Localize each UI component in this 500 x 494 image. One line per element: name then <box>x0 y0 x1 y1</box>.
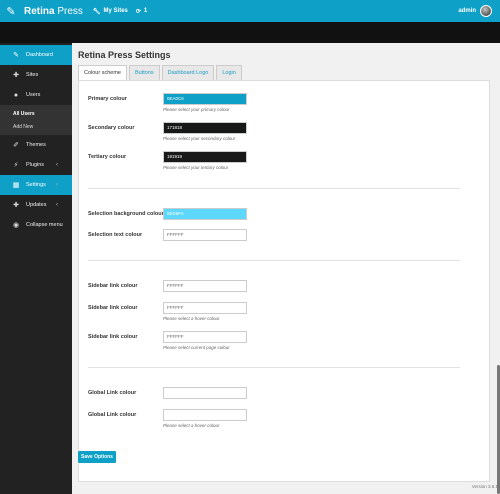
tertiary-colour-label: Tertiary colour <box>88 154 127 160</box>
settings-tabs: Colour scheme Buttons Dashboard Logo Log… <box>78 65 242 81</box>
sidebar-link-hover-input[interactable]: FFFFFF <box>163 302 247 314</box>
sidebar-item-dashboard[interactable]: ✎ Dashboard <box>0 45 72 65</box>
primary-colour-input[interactable]: 0EA0C6 <box>163 93 247 105</box>
sidebar-item-label: Users <box>26 92 41 98</box>
sidebar-item-label: Sites <box>26 72 39 78</box>
secondary-colour-input[interactable]: 171818 <box>163 122 247 134</box>
sidebar: ✎ Dashboard ✚ Sites ● Users All Users Ad… <box>0 43 72 494</box>
sidebar-item-themes[interactable]: ✐ Themes <box>0 135 72 155</box>
main-content: Retina Press Settings Colour scheme Butt… <box>72 43 500 494</box>
header-bar <box>0 22 500 43</box>
sidebar-item-label: Collapse menu <box>26 222 63 228</box>
settings-icon: ▦ <box>12 182 20 189</box>
sidebar-item-plugins[interactable]: ⚡︎ Plugins ‹ <box>0 155 72 175</box>
users-submenu: All Users Add New <box>0 105 72 135</box>
sidebar-item-settings[interactable]: ▦ Settings ‹ <box>0 175 72 195</box>
wrench-icon: ✚ <box>13 72 19 79</box>
wrench-icon: ✚ <box>13 202 19 209</box>
section-divider <box>88 188 460 189</box>
tab-login[interactable]: Login <box>216 65 242 80</box>
tertiary-colour-hint: Please select your tertiary colour <box>163 165 229 170</box>
update-count: 1 <box>143 8 148 14</box>
sidebar-link-label: Sidebar link colour <box>88 283 138 289</box>
sidebar-link-input[interactable]: FFFFFF <box>163 280 247 292</box>
pencil-icon[interactable]: ✎ <box>0 0 22 22</box>
settings-panel: Primary colour 0EA0C6 Please select your… <box>78 80 490 482</box>
my-sites-link[interactable]: 🔧︎ My Sites <box>93 8 128 15</box>
secondary-colour-hint: Please select your secondary colour <box>163 136 236 141</box>
tab-dashboard-logo[interactable]: Dashboard Logo <box>161 65 215 80</box>
tab-buttons[interactable]: Buttons <box>129 65 160 80</box>
chevron-left-icon: ‹ <box>56 182 58 188</box>
sidebar-item-label: Themes <box>26 142 46 148</box>
username: admin <box>458 8 476 14</box>
global-link-input[interactable] <box>163 387 247 399</box>
user-menu[interactable]: admin <box>458 0 492 22</box>
sidebar-link-current-hint: Please select current page colour <box>163 345 230 350</box>
global-link-hover-label: Global Link colour <box>88 412 137 418</box>
my-sites-label: My Sites <box>103 8 128 14</box>
user-icon: ● <box>13 91 19 99</box>
brand-bold: Retina <box>24 5 55 17</box>
global-link-hover-input[interactable] <box>163 409 247 421</box>
global-link-hover-hint: Please select a hover colour <box>163 423 220 428</box>
submenu-all-users[interactable]: All Users <box>0 107 72 120</box>
selection-text-label: Selection text colour <box>88 232 143 238</box>
sidebar-item-label: Plugins <box>26 162 45 168</box>
sidebar-item-users[interactable]: ● Users <box>0 85 72 105</box>
selection-background-label: Selection background colour <box>88 211 164 217</box>
refresh-icon: ⟳ <box>135 8 141 15</box>
selection-background-input[interactable]: 5ED8FA <box>163 208 247 220</box>
plug-icon: ⚡︎ <box>13 162 19 169</box>
sidebar-item-label: Settings <box>26 182 46 188</box>
sidebar-item-label: Updates <box>26 202 47 208</box>
chevron-left-icon: ‹ <box>56 162 58 168</box>
collapse-icon: ◉ <box>12 222 20 229</box>
sidebar-link-current-label: Sidebar link colour <box>88 334 138 340</box>
brush-icon: ✐ <box>13 142 19 149</box>
sidebar-link-hover-label: Sidebar link colour <box>88 305 138 311</box>
collapse-menu-button[interactable]: ◉ Collapse menu <box>0 215 72 235</box>
wrench-icon: 🔧︎ <box>92 8 101 15</box>
save-options-button[interactable]: Save Options <box>78 451 116 463</box>
section-divider <box>88 260 460 261</box>
global-link-label: Global Link colour <box>88 390 137 396</box>
sidebar-link-hover-hint: Please select a hover colour <box>163 316 220 321</box>
sidebar-link-current-input[interactable]: FFFFFF <box>163 331 247 343</box>
primary-colour-label: Primary colour <box>88 96 127 102</box>
pencil-icon: ✎ <box>13 52 19 59</box>
brand-name[interactable]: Retina Press <box>24 6 83 17</box>
chevron-left-icon: ‹ <box>56 202 58 208</box>
sidebar-item-sites[interactable]: ✚ Sites <box>0 65 72 85</box>
secondary-colour-label: Secondary colour <box>88 125 135 131</box>
section-divider <box>88 367 460 368</box>
selection-text-input[interactable]: FFFFFF <box>163 229 247 241</box>
tab-colour-scheme[interactable]: Colour scheme <box>78 65 127 81</box>
sidebar-item-updates[interactable]: ✚ Updates ‹ <box>0 195 72 215</box>
brand-rest: Press <box>54 5 83 17</box>
tertiary-colour-input[interactable]: 191919 <box>163 151 247 163</box>
version-text: Version 3.8.1 <box>471 484 498 489</box>
updates-link[interactable]: ⟳ 1 <box>136 8 147 15</box>
sidebar-item-label: Dashboard <box>26 52 53 58</box>
avatar <box>480 5 492 17</box>
submenu-add-new[interactable]: Add New <box>0 120 72 133</box>
page-title: Retina Press Settings <box>78 50 171 60</box>
admin-topbar: ✎ Retina Press 🔧︎ My Sites ⟳ 1 admin <box>0 0 500 22</box>
primary-colour-hint: Please select your primary colour <box>163 107 230 112</box>
